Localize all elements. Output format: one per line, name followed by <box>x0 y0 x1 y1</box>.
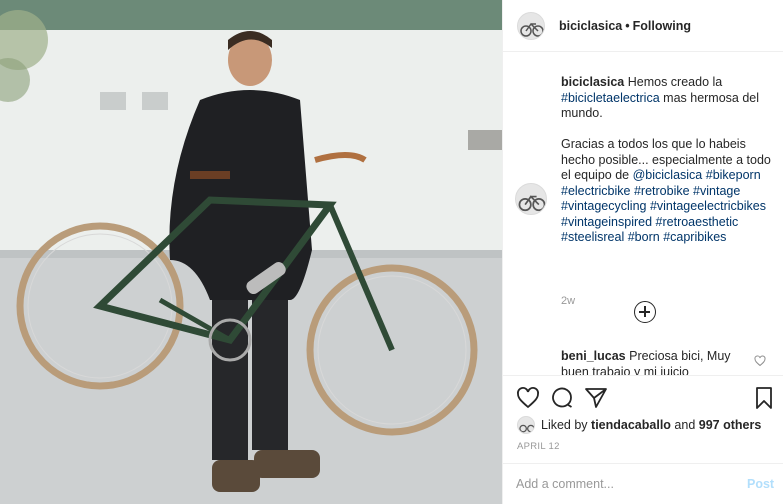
caption-line1: Hemos creado la <box>627 75 723 89</box>
share-icon[interactable] <box>584 386 608 410</box>
likes-others[interactable]: 997 others <box>699 418 762 432</box>
hashtag-link[interactable]: #electricbike <box>561 184 630 198</box>
caption-username[interactable]: biciclasica <box>561 75 624 89</box>
hashtag-link[interactable]: #bicicletaelectrica <box>561 91 660 105</box>
hashtag-link[interactable]: #steelisreal <box>561 230 624 244</box>
photo-illustration <box>0 0 502 504</box>
post-actions: Liked by tiendacaballo and 997 others AP… <box>503 375 783 504</box>
likes-prefix: Liked by <box>541 418 588 432</box>
hashtag-link[interactable]: #retroaesthetic <box>656 215 739 229</box>
hashtag-link[interactable]: #vintageinspired <box>561 215 652 229</box>
hashtag-link[interactable]: #born <box>628 230 660 244</box>
bike-avatar-icon <box>518 195 546 212</box>
bike-avatar-icon <box>519 424 534 433</box>
post-photo[interactable] <box>0 0 502 504</box>
separator-dot: • <box>625 18 630 33</box>
comment-like-heart-icon[interactable] <box>754 355 766 367</box>
instagram-post-view: biciclasica • Following biciclasica Hemo… <box>0 0 783 504</box>
caption-time-ago[interactable]: 2w <box>561 295 575 307</box>
hashtag-link[interactable]: #capribikes <box>663 230 726 244</box>
avatar[interactable] <box>517 11 545 40</box>
hashtag-link[interactable]: #vintagecycling <box>561 199 646 213</box>
bike-avatar-icon <box>520 22 544 37</box>
likes-summary: Liked by tiendacaballo and 997 others <box>517 416 761 434</box>
caption-text: biciclasica Hemos creado la #bicicletael… <box>561 75 773 246</box>
post-comment-button[interactable]: Post <box>747 477 774 491</box>
bookmark-icon[interactable] <box>752 386 776 410</box>
follow-status-button[interactable]: Following <box>633 19 691 33</box>
liker-username[interactable]: tiendacaballo <box>591 418 671 432</box>
hashtag-link[interactable]: #retrobike <box>634 184 690 198</box>
likes-middle: and <box>674 418 696 432</box>
hashtag-link[interactable]: #vintage <box>693 184 740 198</box>
comment-item: beni_lucas Preciosa bici, Muy buen traba… <box>561 349 761 375</box>
username-link[interactable]: biciclasica <box>559 19 622 33</box>
liker-avatar[interactable] <box>517 416 535 434</box>
mention-link[interactable]: @biciclasica <box>633 168 703 182</box>
hashtag-link[interactable]: #vintageelectricbikes <box>650 199 766 213</box>
caption-avatar[interactable] <box>515 183 547 215</box>
heart-icon[interactable] <box>516 386 540 410</box>
post-date[interactable]: APRIL 12 <box>517 441 560 452</box>
hashtag-link[interactable]: #bikeporn <box>706 168 761 182</box>
comment-icon[interactable] <box>550 386 574 410</box>
comments-area[interactable]: biciclasica Hemos creado la #bicicletael… <box>503 53 783 375</box>
post-header: biciclasica • Following <box>503 0 783 52</box>
comment-input[interactable] <box>516 472 726 496</box>
plus-circle-icon[interactable] <box>634 301 656 323</box>
add-comment-section: Post <box>503 463 783 504</box>
post-side-panel: biciclasica • Following biciclasica Hemo… <box>502 0 783 504</box>
comment-username[interactable]: beni_lucas <box>561 349 626 363</box>
